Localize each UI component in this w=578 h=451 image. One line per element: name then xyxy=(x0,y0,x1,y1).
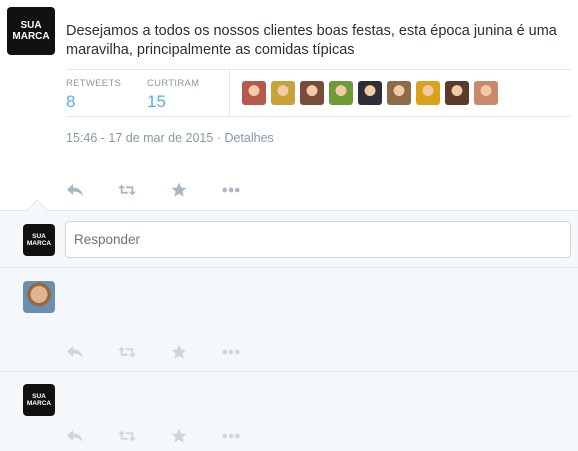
retweets-label: RETWEETS xyxy=(66,78,122,89)
favoriter-avatar[interactable] xyxy=(474,81,498,105)
stats-divider xyxy=(229,70,230,116)
reply-icon[interactable] xyxy=(66,181,84,199)
reply-icon[interactable] xyxy=(66,427,84,445)
user-avatar[interactable] xyxy=(23,281,55,313)
retweet-icon[interactable] xyxy=(118,181,136,199)
retweet-icon[interactable] xyxy=(118,343,136,361)
favorites-count: 15 xyxy=(147,92,166,111)
favorites-label: CURTIRAM xyxy=(147,78,200,89)
brand-avatar[interactable]: SUA MARCA xyxy=(7,7,55,55)
retweets-stat[interactable]: RETWEETS 8 xyxy=(66,78,121,112)
favoriter-avatar[interactable] xyxy=(416,81,440,105)
favorite-icon[interactable] xyxy=(170,343,188,361)
favorites-stat[interactable]: CURTIRAM 15 xyxy=(147,78,199,112)
reply-user-avatar: SUA MARCA xyxy=(23,224,55,256)
tweet-meta: 15:46 - 17 de mar de 2015 · Detalhes xyxy=(66,131,274,145)
tweet-stats: RETWEETS 8 CURTIRAM 15 xyxy=(66,69,571,117)
tweet-timestamp[interactable]: 15:46 - 17 de mar de 2015 xyxy=(66,131,213,145)
brand-avatar[interactable]: SUA MARCA xyxy=(23,384,55,416)
conversation-actions xyxy=(66,427,240,445)
favorite-icon[interactable] xyxy=(170,427,188,445)
details-link[interactable]: Detalhes xyxy=(224,131,273,145)
reply-input[interactable]: Responder xyxy=(65,221,571,258)
tweet-card: SUA MARCA Desejamos a todos os nossos cl… xyxy=(0,0,578,211)
favoriter-avatars xyxy=(242,81,498,105)
favoriter-avatar[interactable] xyxy=(445,81,469,105)
favoriter-avatar[interactable] xyxy=(329,81,353,105)
conversation-actions xyxy=(66,343,240,361)
more-icon[interactable] xyxy=(222,343,240,361)
favorite-icon[interactable] xyxy=(170,181,188,199)
favoriter-avatar[interactable] xyxy=(358,81,382,105)
favoriter-avatar[interactable] xyxy=(300,81,324,105)
more-icon[interactable] xyxy=(222,427,240,445)
retweet-icon[interactable] xyxy=(118,427,136,445)
tweet-actions xyxy=(66,181,240,199)
favoriter-avatar[interactable] xyxy=(271,81,295,105)
more-icon[interactable] xyxy=(222,181,240,199)
favoriter-avatar[interactable] xyxy=(387,81,411,105)
retweets-count: 8 xyxy=(66,92,76,111)
reply-icon[interactable] xyxy=(66,343,84,361)
favoriter-avatar[interactable] xyxy=(242,81,266,105)
tweet-text: Desejamos a todos os nossos clientes boa… xyxy=(66,23,557,58)
